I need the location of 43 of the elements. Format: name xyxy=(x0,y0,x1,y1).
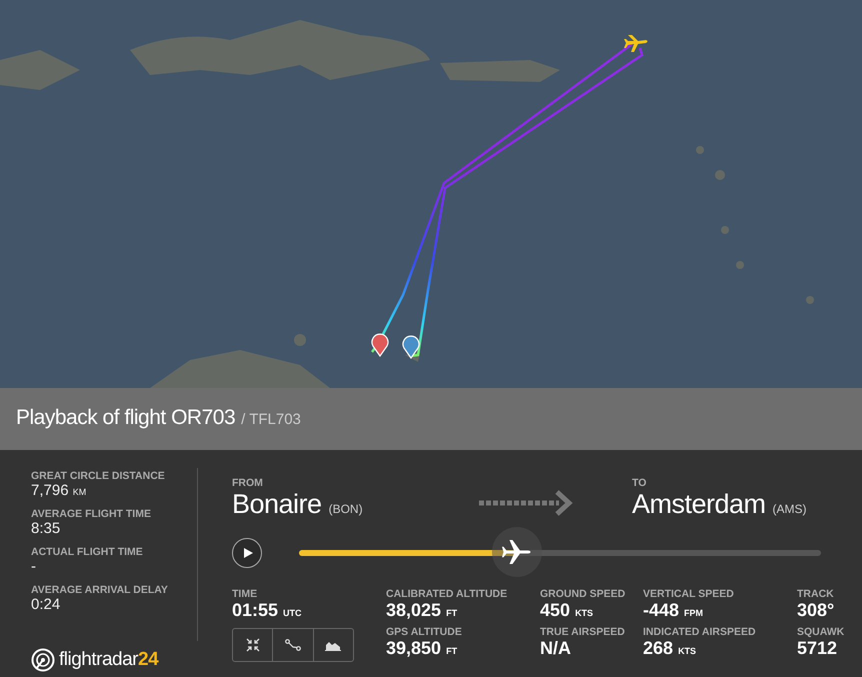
collapse-icon xyxy=(246,638,260,652)
stat-label: AVERAGE ARRIVAL DELAY xyxy=(31,584,169,596)
pin-icon xyxy=(402,336,420,359)
stat-value: - xyxy=(31,558,37,575)
arrow-icon xyxy=(479,490,575,516)
stat-label: ACTUAL FLIGHT TIME xyxy=(31,546,144,558)
stat-label: AVERAGE FLIGHT TIME xyxy=(31,508,152,520)
play-icon xyxy=(242,547,254,559)
radar-logo-icon xyxy=(31,648,55,672)
telemetry-label: GPS ALTITUDE xyxy=(386,626,463,638)
telemetry-label: VERTICAL SPEED xyxy=(643,588,735,600)
route-icon xyxy=(284,639,301,651)
telemetry-label: TRUE AIRSPEED xyxy=(540,626,626,638)
telemetry-value: 38,025 FT xyxy=(386,600,458,621)
telemetry-value: 268 KTS xyxy=(643,638,698,659)
telemetry-value: N/A xyxy=(540,638,572,659)
telemetry-label: CALIBRATED ALTITUDE xyxy=(386,588,508,600)
brand-logo-text: flightradar24 xyxy=(59,649,158,671)
telemetry-label: INDICATED AIRSPEED xyxy=(643,626,757,638)
telemetry-value: 5712 xyxy=(797,638,838,659)
telemetry-label: TRACK xyxy=(797,588,835,600)
telemetry-value: -448 FPM xyxy=(643,600,704,621)
telemetry-label: SQUAWK xyxy=(797,626,844,638)
time-value: 01:55 UTC xyxy=(232,600,303,621)
play-button[interactable] xyxy=(232,538,262,568)
destination-airport: Amsterdam (AMS) xyxy=(632,489,807,520)
flight-title: Playback of flight OR703 xyxy=(16,406,236,430)
to-label: TO xyxy=(632,477,648,489)
callsign-text: / TFL703 xyxy=(241,411,301,428)
origin-airport: Bonaire (BON) xyxy=(232,489,364,520)
plane-icon xyxy=(624,35,648,52)
stat-value: 8:35 xyxy=(31,520,62,537)
telemetry-value: 39,850 FT xyxy=(386,638,458,659)
stat-value: 7,796 KM xyxy=(31,482,88,499)
from-label: FROM xyxy=(232,477,264,489)
telemetry-value: 450 KTS xyxy=(540,600,594,621)
pin-icon xyxy=(371,334,389,357)
telemetry-label: GROUND SPEED xyxy=(540,588,626,600)
chart-icon xyxy=(325,639,342,651)
time-label: TIME xyxy=(232,588,258,600)
stat-label: GREAT CIRCLE DISTANCE xyxy=(31,470,166,482)
stat-value: 0:24 xyxy=(31,596,62,613)
telemetry-value: 308° xyxy=(797,600,836,621)
